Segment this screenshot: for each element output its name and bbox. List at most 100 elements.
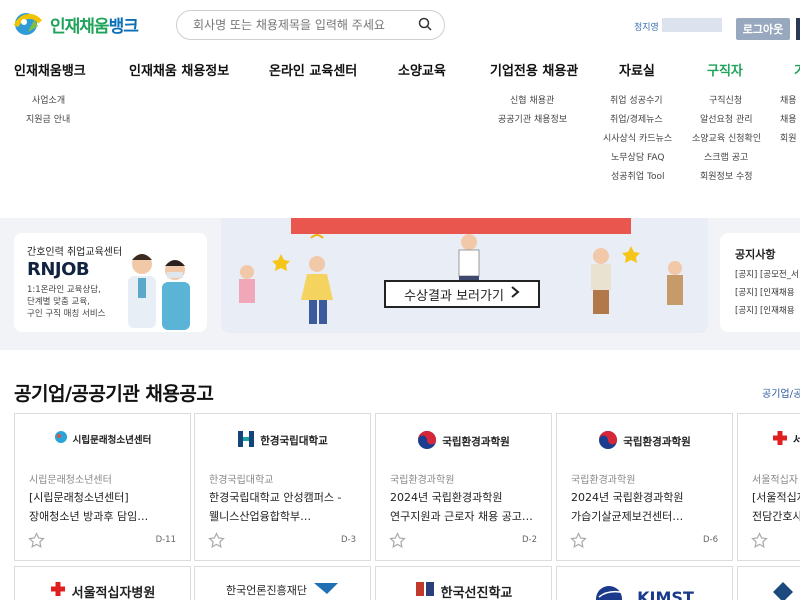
submenu-item[interactable]: 취업/경제뉴스	[610, 112, 663, 125]
submenu-item[interactable]: 성공취업 Tool	[611, 169, 664, 182]
submenu-item[interactable]: 시사상식 카드뉴스	[603, 131, 672, 144]
notice-item[interactable]: [공지] [인재채용	[735, 304, 795, 316]
job-card[interactable]: 국립환경과학원 국립환경과학원 2024년 국립환경과학원 연구지원과 근로자 …	[375, 413, 552, 561]
submenu-item[interactable]: 노무상담 FAQ	[611, 150, 664, 163]
red-cross-icon	[772, 430, 788, 449]
star-icon[interactable]	[570, 532, 587, 549]
job-card[interactable]: 서 서울적십자 [서울적십자 전담간호사	[737, 413, 800, 561]
submenu-item[interactable]: 채용	[780, 112, 797, 125]
press-foundation-icon	[313, 581, 339, 598]
org-logo-text: KIMST	[637, 587, 694, 600]
header-edge-button[interactable]	[796, 18, 800, 40]
notice-item[interactable]: [공지] [공모전_서	[735, 268, 799, 280]
school-emblem-icon	[415, 581, 435, 600]
user-name[interactable]: 정지영	[634, 20, 659, 33]
submenu-item[interactable]: 공공기관 채용정보	[498, 112, 567, 125]
submenu-item[interactable]: 신협 채용관	[510, 93, 554, 106]
red-cross-icon	[50, 581, 66, 600]
submenu-item[interactable]: 회원정보 수정	[700, 169, 753, 182]
job-card[interactable]: 한경국립대학교 한경국립대학교 한경국립대학교 안성캠퍼스 - 웰니스산업융합학…	[194, 413, 371, 561]
logo-text-main: 인재채움	[50, 16, 110, 37]
org-logo-icon	[54, 430, 68, 447]
star-icon[interactable]	[389, 532, 406, 549]
org-logo-text: 한국언론진흥재단	[226, 583, 307, 597]
job-org: 시립문래청소년센터	[29, 475, 112, 486]
job-title-line: [서울적십자	[752, 491, 800, 504]
search-icon[interactable]	[418, 16, 432, 35]
submenu-item[interactable]: 구직신청	[709, 93, 742, 106]
job-title-line: [시립문래청소년센터]	[29, 491, 129, 504]
job-title-line: 연구지원과 근로자 채용 공고…	[390, 510, 533, 523]
star-icon[interactable]	[28, 532, 45, 549]
job-title-line: 2024년 국립환경과학원	[390, 491, 503, 504]
user-name-mask	[662, 18, 722, 32]
org-logo: 국립환경과학원	[376, 430, 551, 453]
org-logo-text: 한경국립대학교	[260, 435, 328, 447]
notice-item[interactable]: [공지] [인재채용	[735, 286, 795, 298]
org-logo: 시립문래청소년센터	[15, 430, 190, 447]
job-card[interactable]: 한국언론진흥재단	[194, 566, 371, 600]
org-emblem-icon	[772, 581, 794, 600]
nurses-illustration	[120, 248, 202, 336]
logo-mark-icon	[12, 10, 46, 38]
rnjob-desc-line: 1:1온라인 교육상담,	[27, 285, 101, 295]
org-logo: 한국언론진흥재단	[195, 581, 370, 598]
submenu-item[interactable]: 지원금 안내	[26, 112, 70, 125]
job-card[interactable]: 국립환경과학원 국립환경과학원 2024년 국립환경과학원 가습기살균제보건센터…	[556, 413, 733, 561]
nav-item-data-room[interactable]: 자료실	[619, 60, 655, 79]
submenu-item[interactable]: 알선요청 관리	[700, 112, 753, 125]
org-logo	[738, 581, 800, 600]
org-logo-text: 한국선진학교	[440, 585, 513, 600]
nav-item-overflow[interactable]: 기	[794, 60, 800, 79]
job-card[interactable]	[737, 566, 800, 600]
job-org: 국립환경과학원	[390, 475, 455, 486]
globe-icon	[595, 581, 631, 600]
org-logo-text: 시립문래청소년센터	[72, 434, 152, 446]
rnjob-title: 간호인력 취업교육센터	[27, 247, 123, 258]
star-icon[interactable]	[208, 532, 225, 549]
job-dday: D-3	[340, 535, 356, 545]
submenu-item[interactable]: 스크랩 공고	[704, 150, 748, 163]
rnjob-logo: RNJOB	[27, 259, 90, 280]
submenu-item[interactable]: 채용	[780, 93, 797, 106]
site-logo[interactable]: 인재채움뱅크	[12, 10, 139, 38]
job-dday: D-11	[155, 535, 176, 545]
org-logo-text: 서	[793, 434, 800, 446]
nav-item-online-edu[interactable]: 온라인 교육센터	[269, 60, 357, 79]
search-box[interactable]	[176, 10, 445, 40]
nav-item-corp-hall[interactable]: 기업전용 채용관	[490, 60, 578, 79]
org-logo: 국립환경과학원	[557, 430, 732, 453]
org-logo-icon	[237, 430, 255, 451]
job-dday: D-2	[521, 535, 537, 545]
logout-button[interactable]: 로그아웃	[736, 18, 790, 40]
nav-item-job-info[interactable]: 인재채움 채용정보	[129, 60, 229, 79]
job-title-line: 한경국립대학교 안성캠퍼스 -	[209, 491, 342, 504]
hero-cta-label: 수상결과 보러가기	[404, 288, 504, 304]
logo-text-sub: 뱅크	[108, 16, 139, 37]
star-icon[interactable]	[751, 532, 768, 549]
submenu-item[interactable]: 취업 성공수기	[610, 93, 663, 106]
job-dday: D-6	[702, 535, 718, 545]
section-title: 공기업/공공기관 채용공고	[14, 383, 214, 405]
submenu-item[interactable]: 사업소개	[32, 93, 65, 106]
job-card[interactable]: 한국선진학교	[375, 566, 552, 600]
nav-item-seeker[interactable]: 구직자	[707, 60, 743, 79]
org-logo-text: 서울적십자병원	[71, 585, 156, 600]
rnjob-description: 1:1온라인 교육상담, 단계별 맞춤 교육, 구인 구직 매칭 서비스	[27, 284, 127, 320]
nav-item-basic-edu[interactable]: 소양교육	[398, 60, 446, 79]
hero-cta-button[interactable]: 수상결과 보러가기	[384, 280, 540, 308]
job-card[interactable]: 시립문래청소년센터 시립문래청소년센터 [시립문래청소년센터] 장애청소년 방과…	[14, 413, 191, 561]
job-card[interactable]: 서울적십자병원	[14, 566, 191, 600]
job-card[interactable]: KIMST	[556, 566, 733, 600]
nav-item-bank[interactable]: 인재채움뱅크	[14, 60, 86, 79]
hero-banner[interactable]	[221, 218, 708, 333]
notice-title: 공지사항	[735, 248, 776, 261]
org-logo: 서울적십자병원	[15, 581, 190, 600]
job-title-line: 장애청소년 방과후 담임…	[29, 510, 149, 523]
submenu-item[interactable]: 소양교육 신청확인	[692, 131, 761, 144]
job-org: 국립환경과학원	[571, 475, 636, 486]
taegeuk-icon	[598, 430, 618, 453]
submenu-item[interactable]: 회원	[780, 131, 797, 144]
search-input[interactable]	[193, 18, 418, 32]
section-more-link[interactable]: 공기업/공	[762, 385, 800, 400]
